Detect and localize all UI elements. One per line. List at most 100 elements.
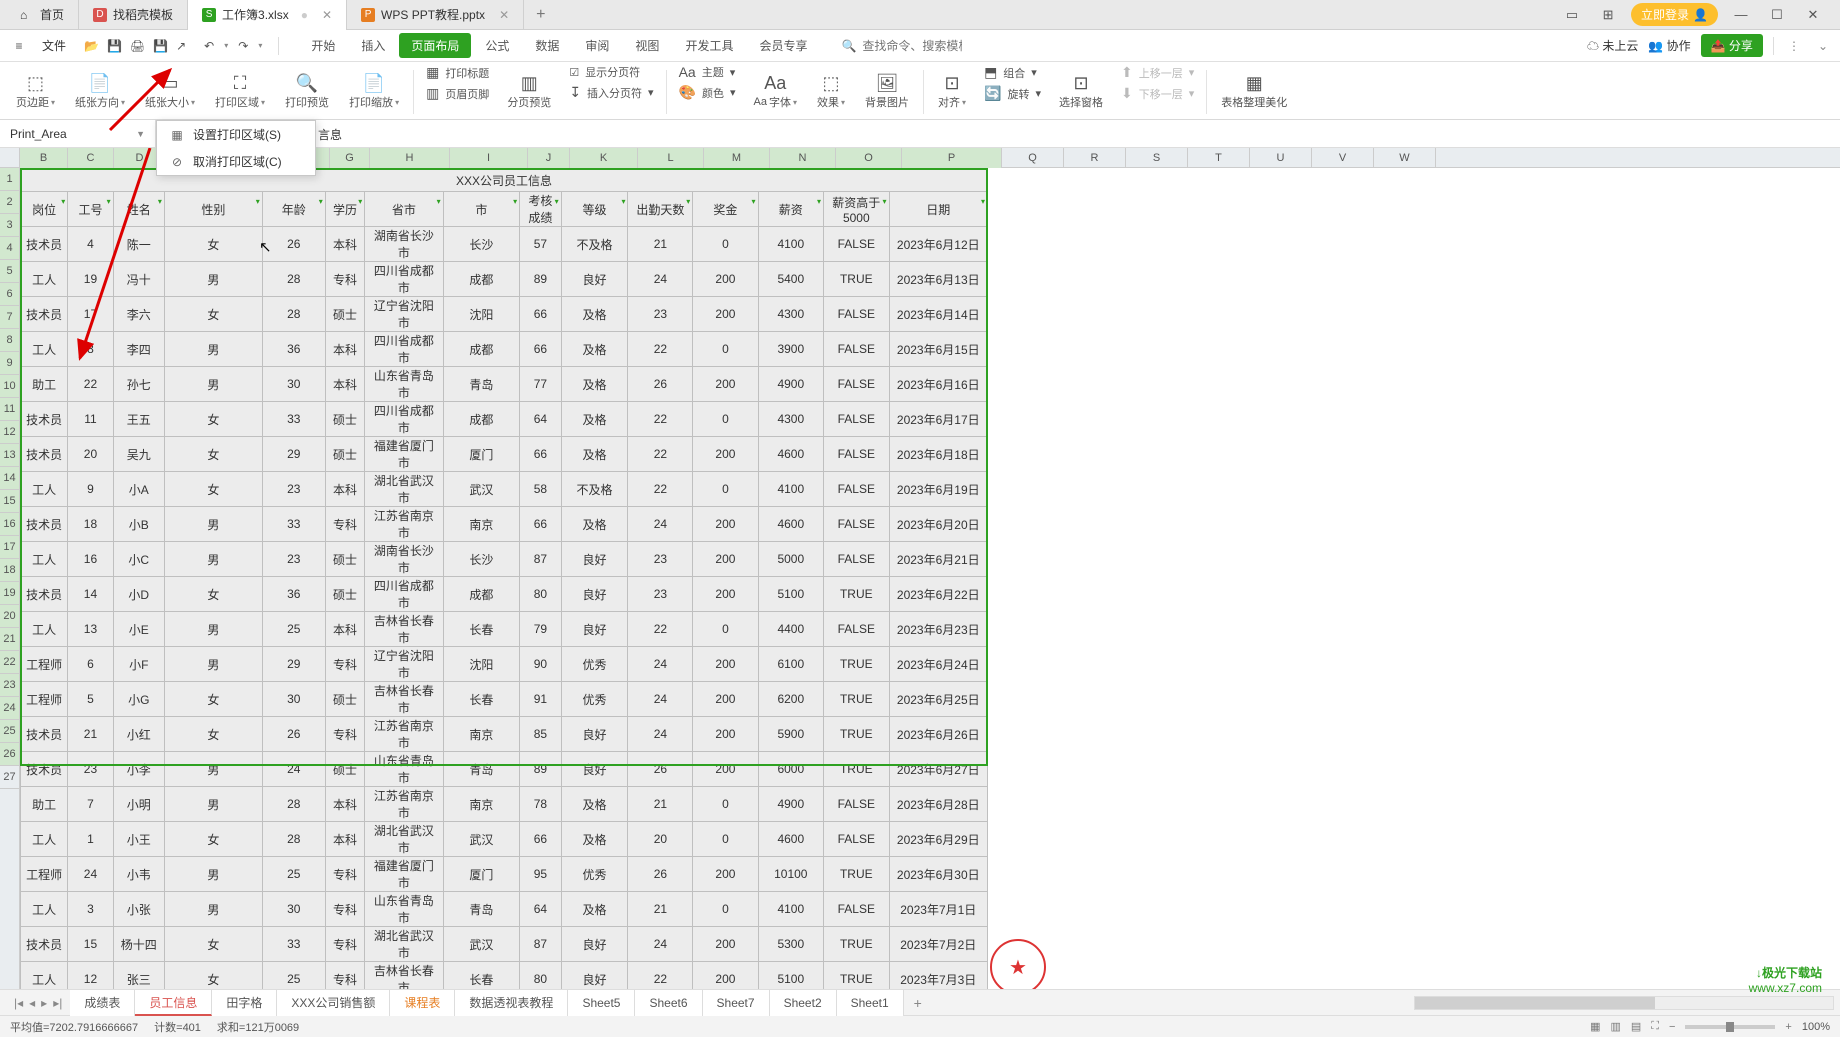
table-cell[interactable]: 武汉 — [443, 472, 520, 507]
table-row[interactable]: 工程师5小G女30硕士吉林省长春市长春91优秀242006200TRUE2023… — [21, 682, 988, 717]
table-cell[interactable]: 200 — [693, 682, 758, 717]
table-row[interactable]: 工人12张三女25专科吉林省长春市长春80良好222005100TRUE2023… — [21, 962, 988, 990]
table-cell[interactable]: 青岛 — [443, 892, 520, 927]
ribbon-button[interactable]: ▦表格整理美化 — [1213, 64, 1295, 118]
filter-icon[interactable]: ▾ — [686, 197, 690, 206]
table-cell[interactable]: 5300 — [758, 927, 824, 962]
table-row[interactable]: 助工22孙七男30本科山东省青岛市青岛77及格262004900FALSE202… — [21, 367, 988, 402]
table-cell[interactable]: 小G — [113, 682, 164, 717]
row-header[interactable]: 13 — [0, 444, 19, 467]
command-search-input[interactable] — [862, 39, 962, 53]
table-cell[interactable]: FALSE — [824, 822, 889, 857]
table-cell[interactable]: 工程师 — [21, 647, 68, 682]
table-cell[interactable]: 男 — [164, 367, 262, 402]
table-cell[interactable]: TRUE — [824, 577, 889, 612]
more-menu[interactable]: ⋮ — [1784, 39, 1804, 53]
column-header[interactable]: S — [1126, 148, 1188, 168]
table-cell[interactable]: 福建省厦门市 — [365, 857, 443, 892]
row-header[interactable]: 26 — [0, 743, 19, 766]
table-cell[interactable]: 技术员 — [21, 507, 68, 542]
table-cell[interactable]: 200 — [693, 577, 758, 612]
table-row[interactable]: 技术员11王五女33硕士四川省成都市成都64及格2204300FALSE2023… — [21, 402, 988, 437]
table-row[interactable]: 技术员17李六女28硕士辽宁省沈阳市沈阳66及格232004300FALSE20… — [21, 297, 988, 332]
table-cell[interactable]: 66 — [520, 822, 561, 857]
table-cell[interactable]: 15 — [68, 927, 113, 962]
table-cell[interactable]: 2023年6月21日 — [889, 542, 987, 577]
table-cell[interactable]: 成都 — [443, 402, 520, 437]
table-cell[interactable]: 21 — [628, 787, 693, 822]
sheet-tab[interactable]: Sheet2 — [770, 990, 837, 1016]
table-cell[interactable]: 男 — [164, 647, 262, 682]
table-cell[interactable]: 2023年7月3日 — [889, 962, 987, 990]
table-cell[interactable]: 女 — [164, 682, 262, 717]
table-cell[interactable]: 200 — [693, 752, 758, 787]
table-cell[interactable]: 10100 — [758, 857, 824, 892]
column-header[interactable]: M — [704, 148, 770, 168]
table-cell[interactable]: 技术员 — [21, 577, 68, 612]
restore-button[interactable]: ☐ — [1764, 7, 1790, 23]
table-cell[interactable]: 4300 — [758, 297, 824, 332]
table-row[interactable]: 工人3小张男30专科山东省青岛市青岛64及格2104100FALSE2023年7… — [21, 892, 988, 927]
table-header[interactable]: 姓名▾ — [113, 192, 164, 227]
data-table[interactable]: XXX公司员工信息岗位▾工号▾姓名▾性别▾年龄▾学历▾省市▾市▾考核成绩▾等级▾… — [20, 168, 988, 989]
ribbon-item[interactable]: 🎨颜色▾ — [679, 84, 736, 101]
table-cell[interactable]: 成都 — [443, 262, 520, 297]
menu-tab[interactable]: 开始 — [299, 33, 347, 58]
ribbon-item[interactable]: Aa主题▾ — [679, 64, 736, 80]
table-cell[interactable]: 女 — [164, 577, 262, 612]
table-cell[interactable]: 李四 — [113, 332, 164, 367]
table-cell[interactable]: 湖北省武汉市 — [365, 822, 443, 857]
table-cell[interactable]: 19 — [68, 262, 113, 297]
table-cell[interactable]: 四川省成都市 — [365, 332, 443, 367]
table-cell[interactable]: 男 — [164, 262, 262, 297]
table-cell[interactable]: 21 — [628, 227, 693, 262]
table-cell[interactable]: 33 — [262, 402, 325, 437]
column-header[interactable]: J — [528, 148, 570, 168]
column-header[interactable]: T — [1188, 148, 1250, 168]
table-cell[interactable]: 男 — [164, 507, 262, 542]
table-cell[interactable]: 0 — [693, 892, 758, 927]
table-header[interactable]: 工号▾ — [68, 192, 113, 227]
view-split-icon[interactable]: ▤ — [1631, 1020, 1641, 1033]
table-header[interactable]: 省市▾ — [365, 192, 443, 227]
table-cell[interactable]: 武汉 — [443, 822, 520, 857]
menu-tab[interactable]: 开发工具 — [673, 33, 745, 58]
table-row[interactable]: 工程师24小韦男25专科福建省厦门市厦门95优秀2620010100TRUE20… — [21, 857, 988, 892]
table-cell[interactable]: TRUE — [824, 682, 889, 717]
filter-icon[interactable]: ▾ — [981, 197, 985, 206]
menu-tab[interactable]: 公式 — [473, 33, 521, 58]
row-header[interactable]: 2 — [0, 191, 19, 214]
row-header[interactable]: 15 — [0, 490, 19, 513]
table-cell[interactable]: 专科 — [325, 927, 365, 962]
table-cell[interactable]: 良好 — [561, 927, 628, 962]
row-header[interactable]: 24 — [0, 697, 19, 720]
table-cell[interactable]: FALSE — [824, 332, 889, 367]
table-cell[interactable]: 87 — [520, 927, 561, 962]
table-cell[interactable]: 本科 — [325, 367, 365, 402]
table-cell[interactable]: 22 — [68, 367, 113, 402]
table-cell[interactable]: 小D — [113, 577, 164, 612]
table-cell[interactable]: 0 — [693, 402, 758, 437]
table-cell[interactable]: 厦门 — [443, 857, 520, 892]
table-cell[interactable]: 64 — [520, 402, 561, 437]
table-cell[interactable]: 2023年6月27日 — [889, 752, 987, 787]
table-cell[interactable]: 本科 — [325, 822, 365, 857]
table-header[interactable]: 日期▾ — [889, 192, 987, 227]
column-header[interactable]: N — [770, 148, 836, 168]
ribbon-button[interactable]: ⊡对齐▾ — [930, 64, 974, 118]
view-page-icon[interactable]: ▥ — [1610, 1020, 1620, 1033]
table-cell[interactable]: 2023年6月20日 — [889, 507, 987, 542]
table-cell[interactable]: 87 — [520, 542, 561, 577]
table-row[interactable]: 技术员20吴九女29硕士福建省厦门市厦门66及格222004600FALSE20… — [21, 437, 988, 472]
dropdown-item[interactable]: ▦设置打印区域(S) — [157, 121, 315, 148]
ribbon-button[interactable]: ⛶打印区域▾ — [207, 64, 273, 118]
table-cell[interactable]: 2023年7月2日 — [889, 927, 987, 962]
table-cell[interactable]: 硕士 — [325, 542, 365, 577]
row-header[interactable]: 1 — [0, 168, 19, 191]
table-cell[interactable]: 专科 — [325, 262, 365, 297]
table-cell[interactable]: 22 — [628, 437, 693, 472]
table-cell[interactable]: 23 — [628, 577, 693, 612]
table-cell[interactable]: 及格 — [561, 507, 628, 542]
table-cell[interactable]: 技术员 — [21, 297, 68, 332]
table-cell[interactable]: 李六 — [113, 297, 164, 332]
